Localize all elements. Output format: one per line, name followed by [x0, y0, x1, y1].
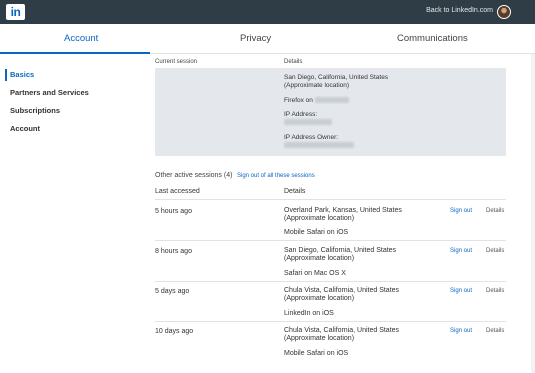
session-time: 5 hours ago: [155, 208, 192, 215]
session-browser: Safari on Mac OS X: [284, 270, 346, 277]
tab-communications[interactable]: Communications: [397, 24, 468, 54]
active-tab-underline: [0, 52, 150, 54]
redacted-ip-owner: [284, 142, 354, 149]
session-browser: Mobile Safari on iOS: [284, 229, 349, 236]
sign-out-all-sessions-link[interactable]: Sign out of all these sessions: [237, 173, 315, 179]
other-sessions-title: Other active sessions (4): [155, 172, 233, 179]
current-browser: Firefox on: [284, 97, 349, 105]
redacted-browser-version: [314, 97, 349, 104]
session-location-line1: Chula Vista, California, United States: [284, 287, 400, 294]
tab-privacy[interactable]: Privacy: [240, 24, 271, 54]
sign-out-button[interactable]: Sign out: [450, 328, 472, 334]
session-location: Chula Vista, California, United States (…: [284, 287, 399, 303]
active-sidebar-marker: [5, 69, 7, 81]
sidebar-item-basics[interactable]: Basics: [10, 70, 34, 79]
back-to-linkedin-link[interactable]: Back to LinkedIn.com: [426, 7, 493, 14]
sidebar-item-account[interactable]: Account: [10, 124, 40, 133]
details-link[interactable]: Details: [486, 328, 504, 334]
session-time: 8 hours ago: [155, 248, 192, 255]
session-location-line1: Chula Vista, California, United States: [284, 327, 400, 334]
session-location: Overland Park, Kansas, United States (Ap…: [284, 207, 402, 223]
sidebar-item-partners-and-services[interactable]: Partners and Services: [10, 88, 89, 97]
ip-owner-label: IP Address Owner:: [284, 134, 339, 141]
avatar[interactable]: [497, 5, 511, 19]
session-time: 10 days ago: [155, 328, 194, 335]
session-location-line2: (Approximate location): [284, 295, 355, 302]
linkedin-logo[interactable]: in: [6, 4, 25, 20]
divider: [155, 321, 506, 322]
session-browser: Mobile Safari on iOS: [284, 350, 349, 357]
sidebar-item-subscriptions[interactable]: Subscriptions: [10, 106, 60, 115]
current-session-panel: San Diego, California, United States (Ap…: [155, 68, 506, 156]
ip-address-label: IP Address:: [284, 111, 318, 118]
sign-out-button[interactable]: Sign out: [450, 288, 472, 294]
sign-out-button[interactable]: Sign out: [450, 248, 472, 254]
top-bar: in Back to LinkedIn.com: [0, 0, 535, 24]
divider: [155, 240, 506, 241]
details-header: Details: [284, 188, 306, 195]
last-accessed-header: Last accessed: [155, 188, 200, 195]
session-location-line2: (Approximate location): [284, 335, 355, 342]
divider: [155, 281, 506, 282]
details-link[interactable]: Details: [486, 248, 504, 254]
current-session-header: Current session: [155, 59, 198, 65]
current-ip-owner: IP Address Owner:: [284, 134, 354, 150]
current-location-line1: San Diego, California, United States: [284, 74, 389, 81]
session-location-line2: (Approximate location): [284, 255, 355, 262]
scrollbar[interactable]: [531, 54, 535, 373]
current-ip: IP Address:: [284, 111, 332, 127]
current-location: San Diego, California, United States (Ap…: [284, 74, 388, 90]
current-browser-label: Firefox on: [284, 97, 313, 104]
sign-out-button[interactable]: Sign out: [450, 208, 472, 214]
session-location-line2: (Approximate location): [284, 215, 355, 222]
current-details-header: Details: [284, 59, 303, 65]
details-link[interactable]: Details: [486, 288, 504, 294]
tab-account[interactable]: Account: [64, 24, 98, 54]
details-link[interactable]: Details: [486, 208, 504, 214]
session-time: 5 days ago: [155, 288, 190, 295]
settings-tabs: Account Privacy Communications: [0, 24, 535, 54]
divider: [155, 199, 506, 200]
session-location: San Diego, California, United States (Ap…: [284, 247, 396, 263]
current-location-line2: (Approximate location): [284, 82, 350, 89]
session-location-line1: San Diego, California, United States: [284, 247, 397, 254]
session-location-line1: Overland Park, Kansas, United States: [284, 207, 402, 214]
session-location: Chula Vista, California, United States (…: [284, 327, 399, 343]
session-browser: LinkedIn on iOS: [284, 310, 334, 317]
redacted-ip-address: [284, 119, 332, 126]
